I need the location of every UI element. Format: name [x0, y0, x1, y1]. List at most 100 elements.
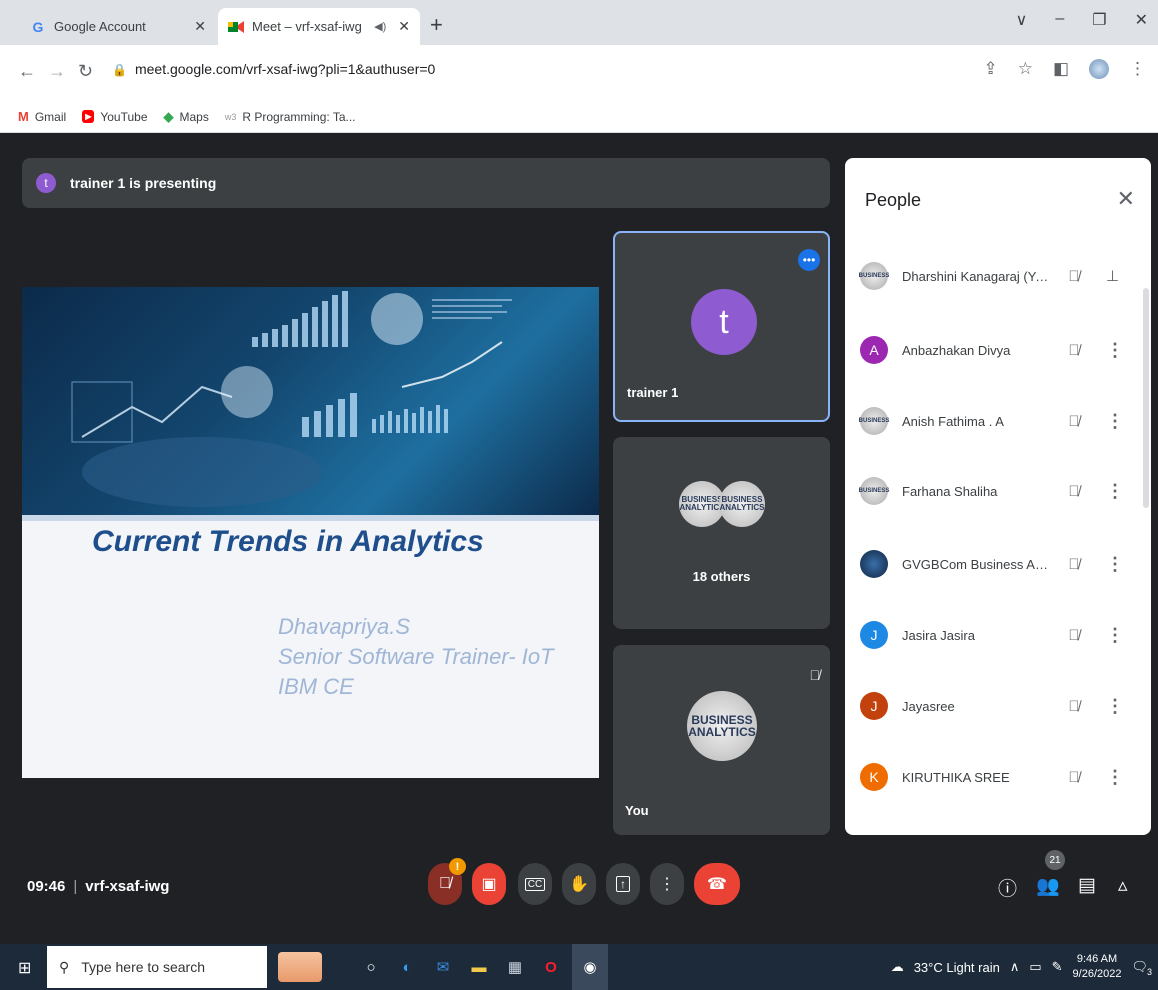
participant-tile-self[interactable]: 🎙̸ BUSINESS ANALYTICS You: [613, 645, 830, 835]
people-scrollbar[interactable]: [1143, 288, 1149, 508]
minimize-icon[interactable]: –: [1055, 10, 1064, 30]
participant-avatar: BUSINESS: [859, 477, 889, 505]
mic-off-icon: 🎙̸: [439, 875, 451, 892]
edge-icon[interactable]: ◐: [396, 956, 418, 978]
maps-icon: ◆: [163, 108, 174, 124]
weather-text[interactable]: 33°C Light rain: [914, 960, 1000, 975]
mic-off-icon: 🎙̸: [1068, 555, 1080, 573]
participant-avatar: K: [860, 763, 888, 791]
presentation-slide: Current Trends in Analytics Dhavapriya.S…: [22, 287, 599, 778]
network-icon[interactable]: ▭: [1029, 959, 1041, 975]
share-icon[interactable]: ⇪: [983, 59, 997, 79]
mic-off-icon: 🎙̸: [1068, 626, 1080, 644]
meet-icon: [228, 19, 244, 35]
participant-row[interactable]: BUSINESS Farhana Shaliha 🎙̸ ⋮: [859, 471, 1130, 511]
mail-icon[interactable]: ✉: [432, 956, 454, 978]
bookmark-youtube[interactable]: ▶ YouTube: [82, 110, 148, 124]
captions-button[interactable]: CC: [518, 863, 552, 905]
slide-title: Current Trends in Analytics: [92, 525, 484, 558]
participant-row[interactable]: A Anbazhakan Divya 🎙̸ ⋮: [860, 330, 1130, 370]
clock[interactable]: 9:46 AM 9/26/2022: [1073, 952, 1122, 982]
tab-meet[interactable]: Meet – vrf-xsaf-iwg ◀) ✕: [218, 8, 420, 45]
participant-avatar: BUSINESS: [859, 262, 889, 290]
address-bar[interactable]: 🔒 meet.google.com/vrf-xsaf-iwg?pli=1&auth…: [112, 61, 435, 77]
people-panel: People ✕ BUSINESS Dharshini Kanagaraj (Y…: [845, 158, 1151, 835]
others-count-label: 18 others: [692, 569, 751, 584]
forward-icon[interactable]: →: [48, 61, 66, 82]
participant-row[interactable]: J Jasira Jasira 🎙̸ ⋮: [860, 615, 1130, 655]
participant-row[interactable]: J Jayasree 🎙̸ ⋮: [860, 686, 1130, 726]
menu-icon[interactable]: ⋮: [1129, 59, 1146, 79]
participant-tile-others[interactable]: BUSINESS ANALYTICS BUSINESS ANALYTICS 18 o…: [613, 437, 830, 629]
pen-icon[interactable]: ✎: [1052, 959, 1063, 975]
presenting-banner: t trainer 1 is presenting: [22, 158, 830, 208]
warning-badge-icon: !: [449, 858, 466, 875]
restore-icon[interactable]: ❐: [1092, 10, 1106, 30]
bookmark-maps[interactable]: ◆ Maps: [164, 109, 209, 125]
participant-row[interactable]: GVGBCom Business Anal... 🎙̸ ⋮: [860, 544, 1130, 584]
bookmark-r-programming[interactable]: w3 R Programming: Ta...: [225, 110, 356, 124]
notifications-icon[interactable]: 🗨 3: [1131, 959, 1152, 977]
mic-off-icon: 🎙̸: [1068, 341, 1080, 359]
present-button[interactable]: ↑: [606, 863, 640, 905]
raise-hand-button[interactable]: ✋: [562, 863, 596, 905]
participant-row[interactable]: BUSINESS Anish Fathima . A 🎙̸ ⋮: [859, 401, 1130, 441]
leave-call-button[interactable]: ☎: [694, 863, 740, 905]
more-options-button[interactable]: ⋮: [650, 863, 684, 905]
bookmark-label: Maps: [179, 109, 209, 124]
windows-start-icon[interactable]: ⊞: [18, 958, 31, 978]
search-highlight-icon[interactable]: [278, 952, 322, 982]
chevron-up-icon[interactable]: ∧: [1010, 959, 1020, 975]
browser-toolbar: ← → ↻ 🔒 meet.google.com/vrf-xsaf-iwg?pli=…: [0, 45, 1158, 101]
new-tab-button[interactable]: +: [430, 12, 443, 38]
presenter-avatar: t: [36, 173, 56, 193]
taskbar-search[interactable]: ⚲ Type here to search: [47, 946, 267, 988]
more-options-icon[interactable]: ⋮: [1106, 767, 1124, 788]
close-tab-icon[interactable]: ✕: [194, 18, 206, 35]
cortana-icon[interactable]: ○: [360, 956, 382, 978]
sidepanel-icon[interactable]: ◧: [1053, 59, 1069, 79]
tab-google-account[interactable]: G Google Account ✕: [20, 8, 216, 45]
mic-off-icon: 🎙̸: [1068, 768, 1080, 786]
search-icon: ⚲: [59, 958, 70, 975]
participant-tile-trainer[interactable]: ••• t trainer 1: [613, 231, 830, 422]
meeting-details-icon[interactable]: ⓘ: [998, 874, 1017, 901]
meeting-code: vrf-xsaf-iwg: [85, 878, 170, 895]
chat-icon[interactable]: ▤: [1078, 874, 1096, 897]
google-icon: G: [32, 18, 44, 35]
profile-avatar[interactable]: [1089, 59, 1109, 79]
activities-icon[interactable]: ▵: [1118, 874, 1128, 897]
participant-count-badge: 21: [1045, 850, 1065, 870]
more-options-icon[interactable]: ⋮: [1106, 696, 1124, 717]
camera-toggle-button[interactable]: ▣: [472, 863, 506, 905]
more-options-icon[interactable]: ⋮: [1106, 340, 1124, 361]
more-options-icon[interactable]: ⋮: [1106, 411, 1124, 432]
more-options-icon[interactable]: ⋮: [1106, 625, 1124, 646]
people-icon[interactable]: 👥: [1036, 874, 1060, 898]
bookmark-label: Gmail: [34, 109, 67, 124]
chevron-down-icon[interactable]: ∨: [1016, 10, 1028, 30]
bookmark-label: R Programming: Ta...: [242, 109, 356, 124]
participant-avatar: A: [860, 336, 888, 364]
pin-icon[interactable]: ⊥: [1106, 267, 1119, 285]
star-icon[interactable]: ☆: [1018, 59, 1033, 79]
more-options-icon[interactable]: ⋮: [1106, 554, 1124, 575]
participant-row[interactable]: BUSINESS Dharshini Kanagaraj (You) 🎙̸ ⊥: [859, 256, 1130, 296]
participant-row[interactable]: K KIRUTHIKA SREE 🎙̸ ⋮: [860, 757, 1130, 797]
more-options-icon[interactable]: •••: [798, 249, 820, 271]
store-icon[interactable]: ▦: [504, 956, 526, 978]
self-avatar: BUSINESS ANALYTICS: [687, 691, 757, 761]
back-icon[interactable]: ←: [18, 61, 36, 82]
more-options-icon[interactable]: ⋮: [1106, 481, 1124, 502]
opera-icon[interactable]: O: [540, 956, 562, 978]
file-explorer-icon[interactable]: ▬: [468, 956, 490, 978]
reload-icon[interactable]: ↻: [78, 61, 93, 82]
bookmark-gmail[interactable]: M Gmail: [18, 109, 66, 124]
close-tab-icon[interactable]: ✕: [398, 18, 410, 35]
divider: |: [73, 878, 78, 895]
close-icon[interactable]: ✕: [1117, 186, 1135, 212]
speaker-icon[interactable]: ◀): [374, 20, 386, 33]
business-analytics-avatar: BUSINESS ANALYTICS: [719, 481, 765, 527]
chrome-icon[interactable]: ◉: [572, 944, 608, 990]
close-window-icon[interactable]: ✕: [1135, 10, 1148, 30]
